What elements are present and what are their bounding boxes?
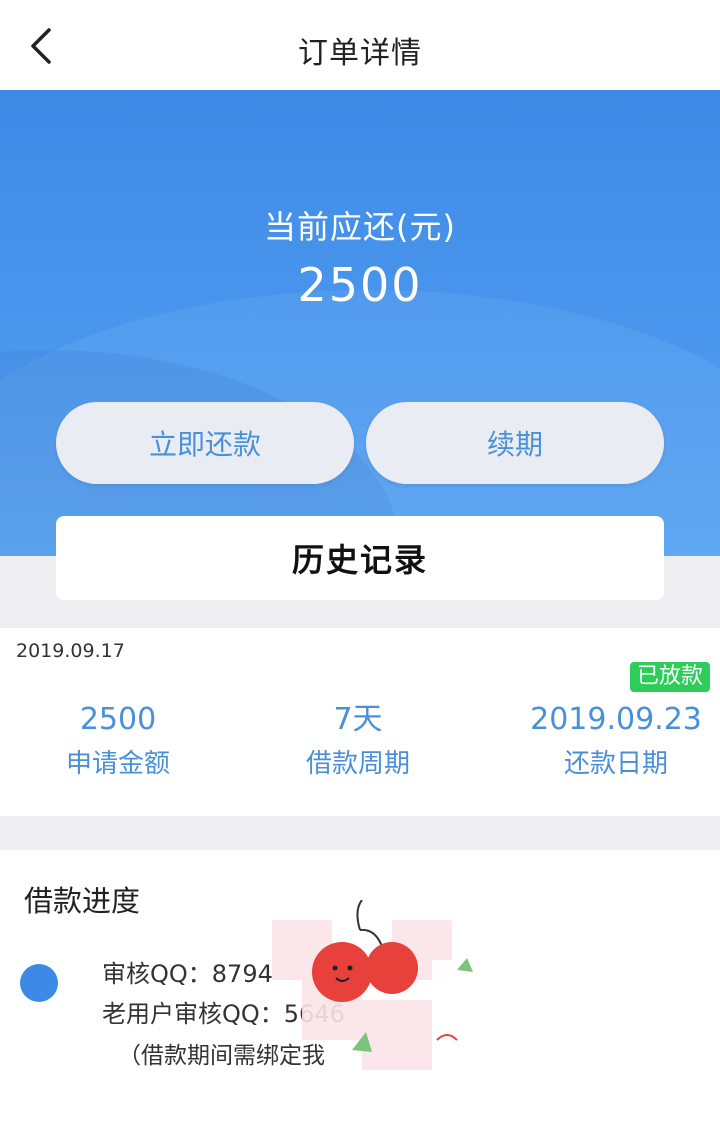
amount-due-label: 当前应还(元) — [264, 208, 456, 246]
order-date: 2019.09.17 — [16, 640, 125, 662]
progress-dot-icon — [20, 964, 58, 1002]
renew-button[interactable]: 续期 — [366, 402, 664, 484]
stat-loan-period: 7天 借款周期 — [260, 700, 456, 784]
stat-value: 2019.09.23 — [530, 702, 702, 737]
history-button[interactable]: 历史记录 — [56, 516, 664, 600]
stat-apply-amount: 2500 申请金额 — [20, 700, 216, 784]
status-badge: 已放款 — [629, 662, 710, 692]
repayment-summary-banner: 当前应还(元) 2500 立即还款 续期 — [0, 90, 720, 556]
progress-title: 借款进度 — [24, 884, 141, 918]
stat-label: 还款日期 — [563, 749, 668, 779]
stat-value: 7天 — [333, 702, 383, 737]
amount-due-value: 2500 — [297, 258, 423, 312]
progress-text: 审核QQ：8794 — [102, 960, 273, 988]
order-info-card: 2019.09.17 已放款 2500 申请金额 7天 借款周期 2019.09… — [0, 628, 720, 816]
loan-progress-card: 借款进度 审核QQ：8794 老用户审核QQ：5646 （借款期间需绑定我 — [0, 850, 720, 1132]
stat-repay-date: 2019.09.23 还款日期 — [520, 700, 712, 784]
stat-value: 2500 — [79, 702, 157, 737]
repay-now-button[interactable]: 立即还款 — [56, 402, 354, 484]
progress-text: 老用户审核QQ：5646 — [102, 1000, 345, 1028]
progress-text: （借款期间需绑定我 — [118, 1043, 325, 1069]
stat-label: 借款周期 — [305, 749, 410, 779]
page-title: 订单详情 — [298, 36, 422, 71]
navigation-bar: 订单详情 — [0, 0, 720, 90]
stat-label: 申请金额 — [65, 749, 170, 779]
